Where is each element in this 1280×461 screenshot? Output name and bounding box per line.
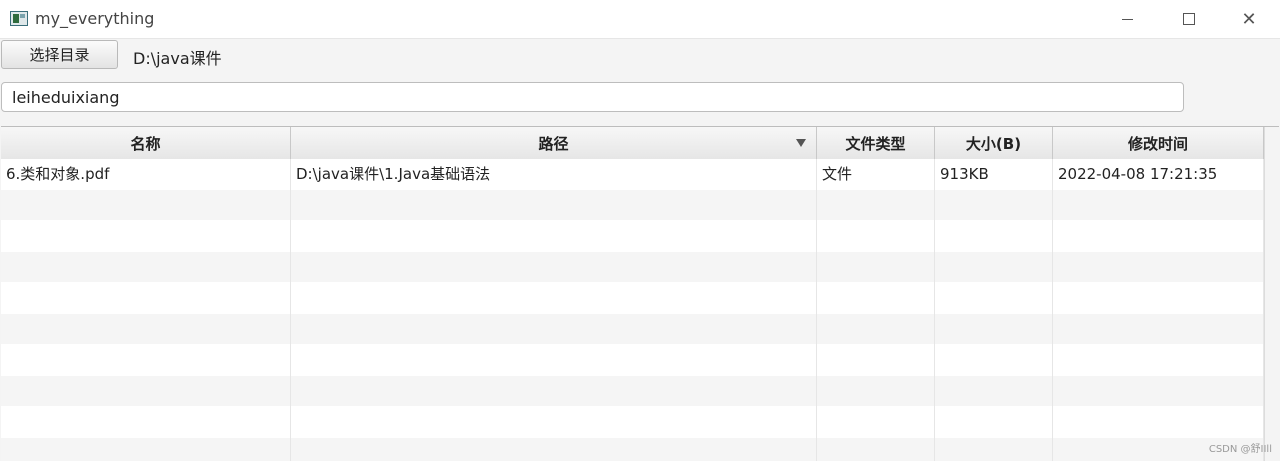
close-icon: ✕ [1241, 8, 1257, 30]
empty-row [1, 190, 1264, 221]
empty-row [1, 252, 1264, 283]
current-directory-label: D:\java课件 [133, 49, 222, 68]
empty-row [1, 221, 1264, 252]
column-header-name[interactable]: 名称 [1, 127, 291, 159]
search-input[interactable] [1, 82, 1184, 112]
column-header-size[interactable]: 大小(B) [935, 127, 1053, 159]
column-header-modified[interactable]: 修改时间 [1053, 127, 1264, 159]
minimize-button[interactable] [1096, 0, 1158, 38]
empty-row [1, 407, 1264, 438]
maximize-icon [1183, 13, 1195, 25]
sort-descending-icon [796, 139, 806, 147]
close-button[interactable]: ✕ [1218, 0, 1280, 38]
table-body: 6.类和对象.pdf D:\java课件\1.Java基础语法 文件 913KB… [1, 159, 1279, 461]
table-row[interactable]: 6.类和对象.pdf D:\java课件\1.Java基础语法 文件 913KB… [1, 159, 1264, 190]
cell-modified: 2022-04-08 17:21:35 [1053, 159, 1264, 190]
empty-row [1, 376, 1264, 407]
table-header: 名称 路径 文件类型 大小(B) 修改时间 [1, 127, 1279, 160]
empty-row [1, 314, 1264, 345]
empty-row [1, 283, 1264, 314]
column-header-type[interactable]: 文件类型 [817, 127, 935, 159]
maximize-button[interactable] [1158, 0, 1220, 38]
window-title: my_everything [35, 9, 155, 28]
column-header-path[interactable]: 路径 [291, 127, 817, 159]
title-bar: my_everything ✕ [0, 0, 1280, 39]
cell-path: D:\java课件\1.Java基础语法 [291, 159, 817, 190]
column-header-path-label: 路径 [538, 134, 569, 153]
cell-size: 913KB [935, 159, 1053, 190]
choose-directory-button[interactable]: 选择目录 [1, 40, 118, 69]
cell-name: 6.类和对象.pdf [1, 159, 291, 190]
vertical-scrollbar[interactable] [1264, 127, 1279, 461]
watermark: CSDN @舒IIll [1208, 444, 1272, 455]
minimize-icon [1121, 18, 1133, 20]
results-table: 名称 路径 文件类型 大小(B) 修改时间 6.类和对象.pdf D:\java… [1, 126, 1279, 461]
empty-row [1, 438, 1264, 461]
empty-row [1, 345, 1264, 376]
app-window-icon [10, 11, 28, 26]
cell-type: 文件 [817, 159, 935, 190]
